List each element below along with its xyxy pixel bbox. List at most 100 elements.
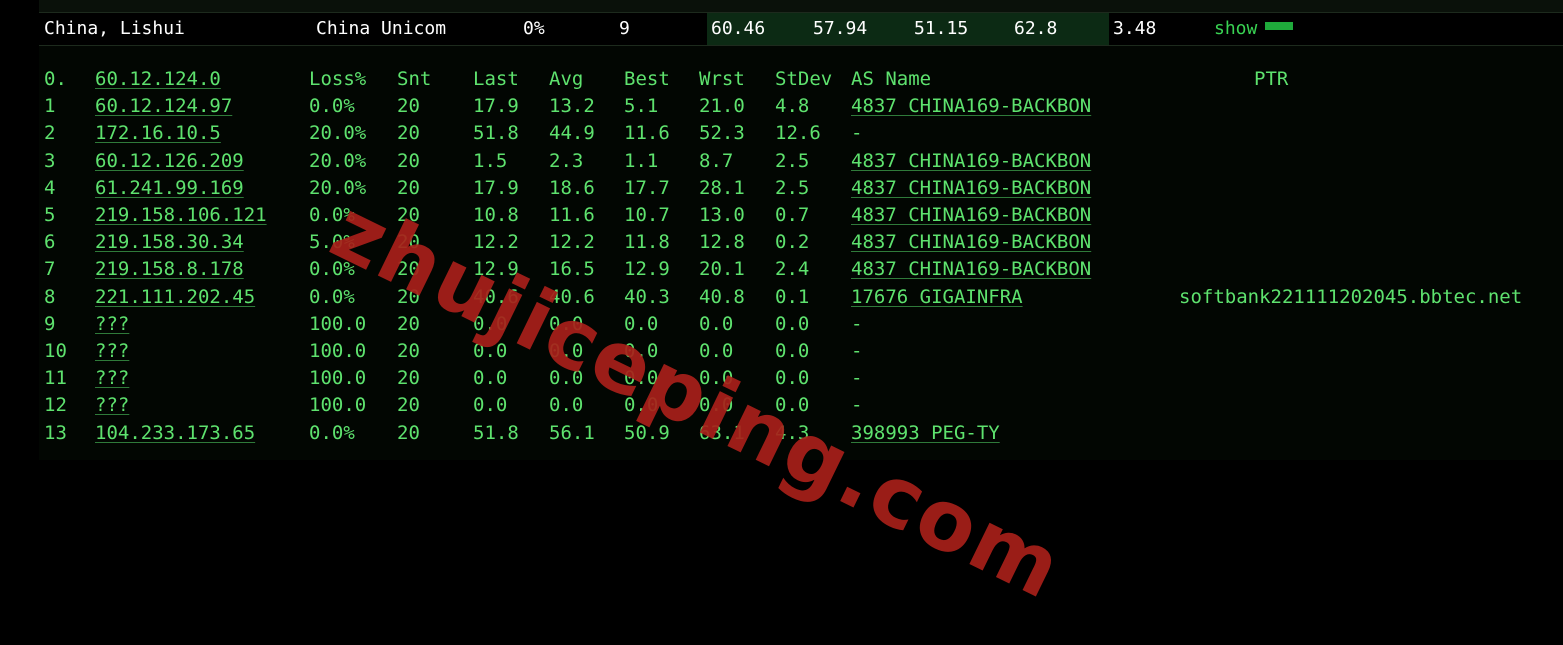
cell-best: 10.7 bbox=[624, 204, 670, 226]
cell-stdev: 4.8 bbox=[775, 95, 810, 118]
cell-loss: 20.0% bbox=[309, 176, 367, 199]
cell-as-name[interactable]: 4837 CHINA169-BACKBON bbox=[851, 93, 1091, 119]
cell-stdev: 0.0 bbox=[775, 312, 810, 335]
cell-avg: 0.0 bbox=[549, 367, 584, 390]
cell-stdev: 0.0 bbox=[775, 394, 810, 417]
cell-as-name[interactable]: 4837 CHINA169-BACKBON bbox=[851, 202, 1091, 228]
summary-location: China, Lishui bbox=[44, 18, 185, 39]
cell-hop-host[interactable]: ??? bbox=[95, 365, 129, 391]
cell-hop-number: 12 bbox=[44, 394, 67, 417]
cell-hop-number: 5 bbox=[44, 204, 56, 226]
cell-as-name[interactable]: 4837 CHINA169-BACKBON bbox=[851, 229, 1091, 255]
summary-value-2: 57.94 bbox=[813, 18, 868, 39]
cell-sent: 20 bbox=[397, 421, 420, 444]
cell-avg: 12.2 bbox=[549, 231, 595, 254]
cell-stdev: 0.7 bbox=[775, 204, 810, 226]
table-row: 8 221.111.202.45 0.0% 20 40.6 40.6 40.3 40.8 0.1… bbox=[39, 284, 1563, 310]
cell-avg: 2.3 bbox=[549, 149, 584, 172]
cell-avg: 13.2 bbox=[549, 95, 595, 118]
table-row: 4 61.241.99.169 20.0% 20 17.9 18.6 17.7 28.1 2.5… bbox=[39, 175, 1563, 201]
header-hop-host[interactable]: 60.12.124.0 bbox=[95, 66, 221, 92]
cell-best: 40.3 bbox=[624, 285, 670, 308]
cell-last: 0.0 bbox=[473, 312, 508, 335]
cell-hop-host[interactable]: ??? bbox=[95, 338, 129, 364]
cell-worst: 13.0 bbox=[699, 204, 745, 226]
cell-last: 12.9 bbox=[473, 258, 519, 281]
cell-worst: 52.3 bbox=[699, 122, 745, 145]
cell-worst: 8.7 bbox=[699, 149, 734, 172]
cell-hop-number: 10 bbox=[44, 340, 67, 362]
cell-last: 1.5 bbox=[473, 149, 508, 172]
cell-sent: 20 bbox=[397, 149, 420, 172]
cell-as-name[interactable]: 4837 CHINA169-BACKBON bbox=[851, 256, 1091, 282]
cell-sent: 20 bbox=[397, 394, 420, 417]
table-row: 5 219.158.106.121 0.0% 20 10.8 11.6 10.7 13.0 0.… bbox=[39, 202, 1563, 228]
cell-worst: 12.8 bbox=[699, 231, 745, 254]
cell-best: 0.0 bbox=[624, 367, 659, 390]
cell-hop-number: 1 bbox=[44, 95, 56, 118]
cell-sent: 20 bbox=[397, 285, 420, 308]
cell-sent: 20 bbox=[397, 258, 420, 281]
summary-isp: China Unicom bbox=[316, 18, 447, 39]
cell-worst: 20.1 bbox=[699, 258, 745, 281]
cell-hop-host[interactable]: 104.233.173.65 bbox=[95, 420, 255, 446]
summary-value-5: 3.48 bbox=[1113, 18, 1157, 39]
cell-sent: 20 bbox=[397, 340, 420, 362]
cell-avg: 18.6 bbox=[549, 176, 595, 199]
cell-loss: 100.0 bbox=[309, 367, 367, 390]
cell-hop-host[interactable]: 60.12.124.97 bbox=[95, 93, 232, 119]
table-row: 7 219.158.8.178 0.0% 20 12.9 16.5 12.9 20.1 2.4 4… bbox=[39, 256, 1563, 282]
table-row: 10??? 100.0 20 0.0 0.0 0.0 0.0 0.0 - bbox=[39, 338, 1563, 364]
cell-avg: 0.0 bbox=[549, 312, 584, 335]
cell-loss: 20.0% bbox=[309, 122, 367, 145]
header-best: Best bbox=[624, 68, 670, 90]
cell-sent: 20 bbox=[397, 176, 420, 199]
cell-loss: 100.0 bbox=[309, 394, 367, 417]
cell-hop-host[interactable]: 172.16.10.5 bbox=[95, 120, 221, 146]
summary-hops: 9 bbox=[619, 18, 630, 39]
table-row: 9??? 100.0 20 0.0 0.0 0.0 0.0 0.0 - bbox=[39, 311, 1563, 337]
show-link[interactable]: show bbox=[1214, 13, 1257, 45]
cell-sent: 20 bbox=[397, 312, 420, 335]
cell-last: 17.9 bbox=[473, 176, 519, 199]
header-hop-number: 0. bbox=[44, 68, 67, 90]
cell-hop-host[interactable]: 219.158.30.34 bbox=[95, 229, 244, 255]
cell-loss: 5.0% bbox=[309, 231, 355, 254]
cell-hop-host[interactable]: 61.241.99.169 bbox=[95, 175, 244, 201]
cell-best: 17.7 bbox=[624, 176, 670, 199]
cell-as-name[interactable]: 4837 CHINA169-BACKBON bbox=[851, 175, 1091, 201]
cell-hop-number: 9 bbox=[44, 312, 56, 335]
cell-hop-host[interactable]: 221.111.202.45 bbox=[95, 284, 255, 310]
cell-hop-number: 13 bbox=[44, 421, 67, 444]
cell-as-name[interactable]: 398993 PEG-TY bbox=[851, 420, 1000, 446]
table-header: 0. 60.12.124.0 Loss% Snt Last Avg Best Wrst StDe… bbox=[39, 66, 1563, 92]
cell-stdev: 2.5 bbox=[775, 176, 810, 199]
cell-avg: 11.6 bbox=[549, 204, 595, 226]
status-spark-bar bbox=[1265, 22, 1293, 30]
summary-row: China, Lishui China Unicom 0% 9 60.46 57… bbox=[39, 13, 1563, 45]
cell-as-name[interactable]: 17676 GIGAINFRA bbox=[851, 284, 1023, 310]
cell-as-name[interactable]: 4837 CHINA169-BACKBON bbox=[851, 148, 1091, 174]
cell-last: 51.8 bbox=[473, 421, 519, 444]
cell-last: 0.0 bbox=[473, 367, 508, 390]
table-row: 1 60.12.124.97 0.0% 20 17.9 13.2 5.1 21.0 4.8 483… bbox=[39, 93, 1563, 119]
table-row: 13 104.233.173.65 0.0% 20 51.8 56.1 50.9 63.1 4.… bbox=[39, 420, 1563, 446]
cell-hop-host[interactable]: 60.12.126.209 bbox=[95, 148, 244, 174]
cell-hop-host[interactable]: ??? bbox=[95, 392, 129, 418]
cell-hop-host[interactable]: 219.158.106.121 bbox=[95, 202, 267, 228]
cell-hop-number: 11 bbox=[44, 367, 67, 390]
cell-best: 11.8 bbox=[624, 231, 670, 254]
cell-loss: 0.0% bbox=[309, 421, 355, 444]
header-worst: Wrst bbox=[699, 68, 745, 90]
cell-as-name: - bbox=[851, 340, 863, 362]
cell-last: 51.8 bbox=[473, 122, 519, 145]
cell-stdev: 0.1 bbox=[775, 285, 810, 308]
cell-as-name: - bbox=[851, 122, 863, 145]
cell-hop-host[interactable]: ??? bbox=[95, 311, 129, 337]
cell-last: 0.0 bbox=[473, 340, 508, 362]
cell-hop-host[interactable]: 219.158.8.178 bbox=[95, 256, 244, 282]
cell-loss: 0.0% bbox=[309, 95, 355, 118]
table-row: 6 219.158.30.34 5.0% 20 12.2 12.2 11.8 12.8 0.2 4… bbox=[39, 229, 1563, 255]
header-ptr: PTR bbox=[1254, 68, 1289, 90]
cell-as-name: - bbox=[851, 367, 863, 390]
